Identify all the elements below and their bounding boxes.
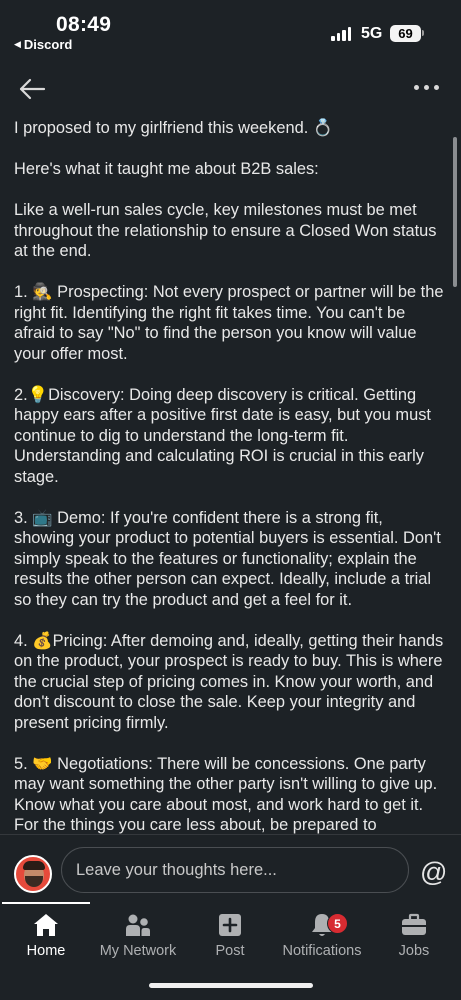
post-paragraph: 1. 🕵 Prospecting: Not every prospect or …: [14, 283, 444, 363]
tab-label: Home: [26, 943, 66, 959]
more-horizontal-icon[interactable]: [414, 85, 439, 90]
arrow-left-icon[interactable]: [17, 74, 47, 104]
tab-notifications[interactable]: 5 Notifications: [276, 910, 368, 970]
scrollbar[interactable]: [453, 137, 457, 287]
active-tab-indicator: [2, 902, 90, 904]
mention-at-icon[interactable]: @: [420, 857, 447, 888]
top-nav: [0, 68, 461, 110]
status-bar: 08:49 ◀ Discord 5G 69: [0, 0, 461, 58]
post-paragraph: 2.💡Discovery: Doing deep discovery is cr…: [14, 385, 431, 486]
home-icon: [34, 914, 58, 936]
avatar[interactable]: [14, 855, 52, 893]
comment-bar: @: [0, 834, 461, 908]
tab-home[interactable]: Home: [0, 910, 92, 970]
back-to-app-link[interactable]: ◀ Discord: [14, 37, 72, 52]
tab-label: Post: [215, 943, 245, 959]
back-app-label: Discord: [23, 37, 73, 52]
status-time: 08:49: [56, 13, 112, 36]
tab-label: Jobs: [398, 943, 430, 959]
post-paragraph: 3. 📺 Demo: If you're confident there is …: [14, 508, 441, 609]
post-content: I proposed to my girlfriend this weekend…: [14, 118, 444, 834]
network-type: 5G: [361, 25, 383, 42]
network-icon: [126, 914, 150, 936]
cellular-signal-icon: [331, 27, 351, 41]
tab-label: My Network: [99, 943, 177, 959]
notification-badge: 5: [327, 913, 348, 934]
tab-label: Notifications: [282, 943, 362, 959]
tab-my-network[interactable]: My Network: [92, 910, 184, 970]
post-plus-icon: [219, 914, 241, 936]
briefcase-icon: [402, 913, 426, 935]
post-paragraph: 4. 💰Pricing: After demoing and, ideally,…: [14, 631, 444, 732]
battery-nub: [422, 30, 424, 36]
battery-icon: 69: [390, 25, 421, 42]
tab-post[interactable]: Post: [184, 910, 276, 970]
tab-jobs[interactable]: Jobs: [368, 910, 460, 970]
comment-input[interactable]: [61, 847, 409, 893]
post-paragraph: Here's what it taught me about B2B sales…: [14, 160, 319, 178]
back-triangle-icon: ◀: [14, 39, 21, 49]
post-paragraph: 5. 🤝 Negotiations: There will be concess…: [14, 754, 438, 835]
home-indicator: [149, 983, 313, 988]
post-paragraph: Like a well-run sales cycle, key milesto…: [14, 201, 437, 260]
post-paragraph: I proposed to my girlfriend this weekend…: [14, 119, 334, 137]
